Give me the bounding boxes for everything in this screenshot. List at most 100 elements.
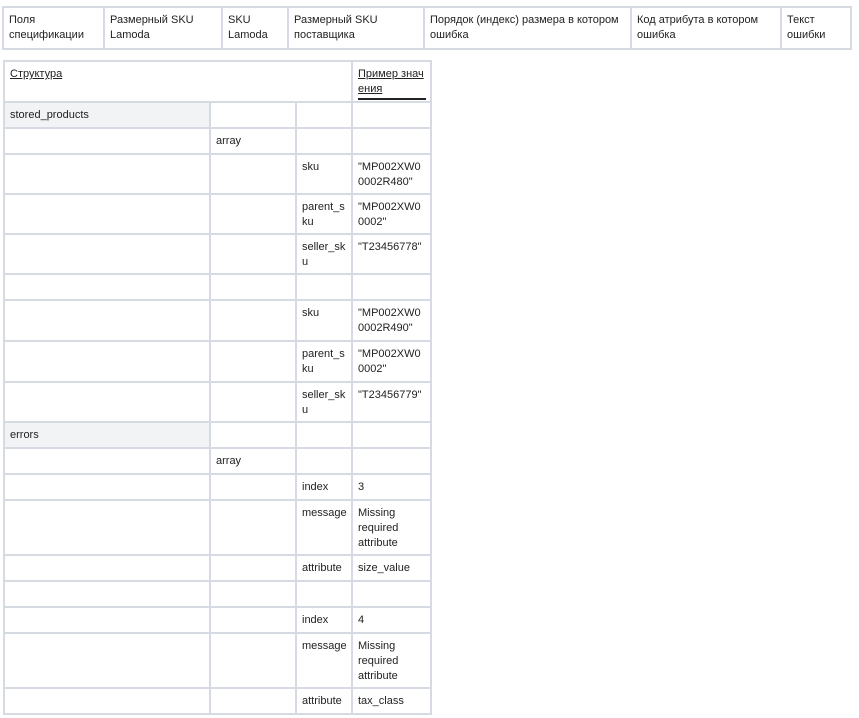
header-cell-sku-lamoda: SKU Lamoda [221, 6, 289, 50]
empty-cell [3, 606, 211, 634]
field-key: sku [295, 153, 353, 195]
empty-cell [209, 381, 297, 423]
header-cell-size-sku-supplier: Размерный SKU поставщика [287, 6, 425, 50]
table-row [3, 580, 432, 608]
empty-cell [3, 499, 211, 556]
table-row [3, 273, 432, 301]
field-value: "MP002XW00002" [351, 193, 432, 235]
empty-cell [3, 580, 211, 608]
field-value: Missing required attribute [351, 499, 432, 556]
field-value: "MP002XW00002" [351, 340, 432, 383]
empty-cell [209, 554, 297, 582]
empty-cell [351, 127, 432, 155]
structure-table: Структура Пример значения stored_product… [3, 60, 432, 715]
empty-cell [209, 687, 297, 715]
empty-cell [209, 101, 297, 129]
field-value: 4 [351, 606, 432, 634]
field-key: seller_sku [295, 233, 353, 275]
empty-cell [3, 153, 211, 195]
field-value: tax_class [351, 687, 432, 715]
header-cell-size-index-error: Порядок (индекс) размера в котором ошибк… [423, 6, 632, 50]
empty-cell [295, 580, 353, 608]
empty-cell [209, 153, 297, 195]
table-row: errors [3, 421, 432, 449]
spec-fields-row: Поля спецификации Размерный SKU Lamoda S… [2, 6, 852, 50]
empty-cell [3, 554, 211, 582]
field-value: "MP002XW00002R490" [351, 299, 432, 342]
table-row: parent_sku "MP002XW00002" [3, 193, 432, 235]
array-type-label: array [209, 127, 297, 155]
empty-cell [209, 299, 297, 342]
field-value: Missing required attribute [351, 632, 432, 689]
empty-cell [295, 101, 353, 129]
stored-products-label: stored_products [3, 101, 211, 129]
spec-fields-table: Поля спецификации Размерный SKU Lamoda S… [2, 6, 852, 50]
empty-cell [351, 580, 432, 608]
table-row: index 3 [3, 473, 432, 501]
field-value: 3 [351, 473, 432, 501]
empty-cell [209, 421, 297, 449]
table-row: stored_products [3, 101, 432, 129]
field-key: attribute [295, 687, 353, 715]
field-key: message [295, 499, 353, 556]
empty-cell [3, 632, 211, 689]
empty-cell [351, 273, 432, 301]
empty-cell [209, 499, 297, 556]
table-row: index 4 [3, 606, 432, 634]
empty-cell [3, 233, 211, 275]
errors-label: errors [3, 421, 211, 449]
table-row: sku "MP002XW00002R480" [3, 153, 432, 195]
array-type-label: array [209, 447, 297, 475]
empty-cell [295, 447, 353, 475]
field-value: "MP002XW00002R480" [351, 153, 432, 195]
field-value: "T23456778" [351, 233, 432, 275]
empty-cell [3, 340, 211, 383]
table-row: message Missing required attribute [3, 632, 432, 689]
table-row: attribute tax_class [3, 687, 432, 715]
field-key: message [295, 632, 353, 689]
empty-cell [295, 421, 353, 449]
field-key: sku [295, 299, 353, 342]
empty-cell [209, 193, 297, 235]
empty-cell [209, 580, 297, 608]
field-key: parent_sku [295, 340, 353, 383]
empty-cell [209, 233, 297, 275]
header-cell-size-sku-lamoda: Размерный SKU Lamoda [103, 6, 223, 50]
table-row: seller_sku "T23456778" [3, 233, 432, 275]
structure-column-header: Структура [3, 60, 353, 103]
empty-cell [3, 193, 211, 235]
empty-cell [295, 273, 353, 301]
empty-cell [209, 632, 297, 689]
table-row: array [3, 127, 432, 155]
field-key: index [295, 473, 353, 501]
empty-cell [295, 127, 353, 155]
empty-cell [209, 473, 297, 501]
header-cell-attribute-code-error: Код атрибута в котором ошибка [630, 6, 782, 50]
header-cell-spec-fields: Поля спецификации [2, 6, 105, 50]
header-cell-error-text: Текст ошибки [780, 6, 852, 50]
empty-cell [351, 101, 432, 129]
empty-cell [3, 299, 211, 342]
table-row: sku "MP002XW00002R490" [3, 299, 432, 342]
empty-cell [209, 606, 297, 634]
table-row: message Missing required attribute [3, 499, 432, 556]
field-value: size_value [351, 554, 432, 582]
empty-cell [209, 273, 297, 301]
table-row: parent_sku "MP002XW00002" [3, 340, 432, 383]
empty-cell [209, 340, 297, 383]
field-key: attribute [295, 554, 353, 582]
empty-cell [3, 687, 211, 715]
empty-cell [3, 127, 211, 155]
field-key: index [295, 606, 353, 634]
table-row: array [3, 447, 432, 475]
field-key: seller_sku [295, 381, 353, 423]
empty-cell [351, 421, 432, 449]
empty-cell [3, 447, 211, 475]
field-value: "T23456779" [351, 381, 432, 423]
field-key: parent_sku [295, 193, 353, 235]
empty-cell [3, 381, 211, 423]
empty-cell [3, 273, 211, 301]
empty-cell [3, 473, 211, 501]
example-column-header: Пример значения [351, 60, 432, 103]
table-row: seller_sku "T23456779" [3, 381, 432, 423]
